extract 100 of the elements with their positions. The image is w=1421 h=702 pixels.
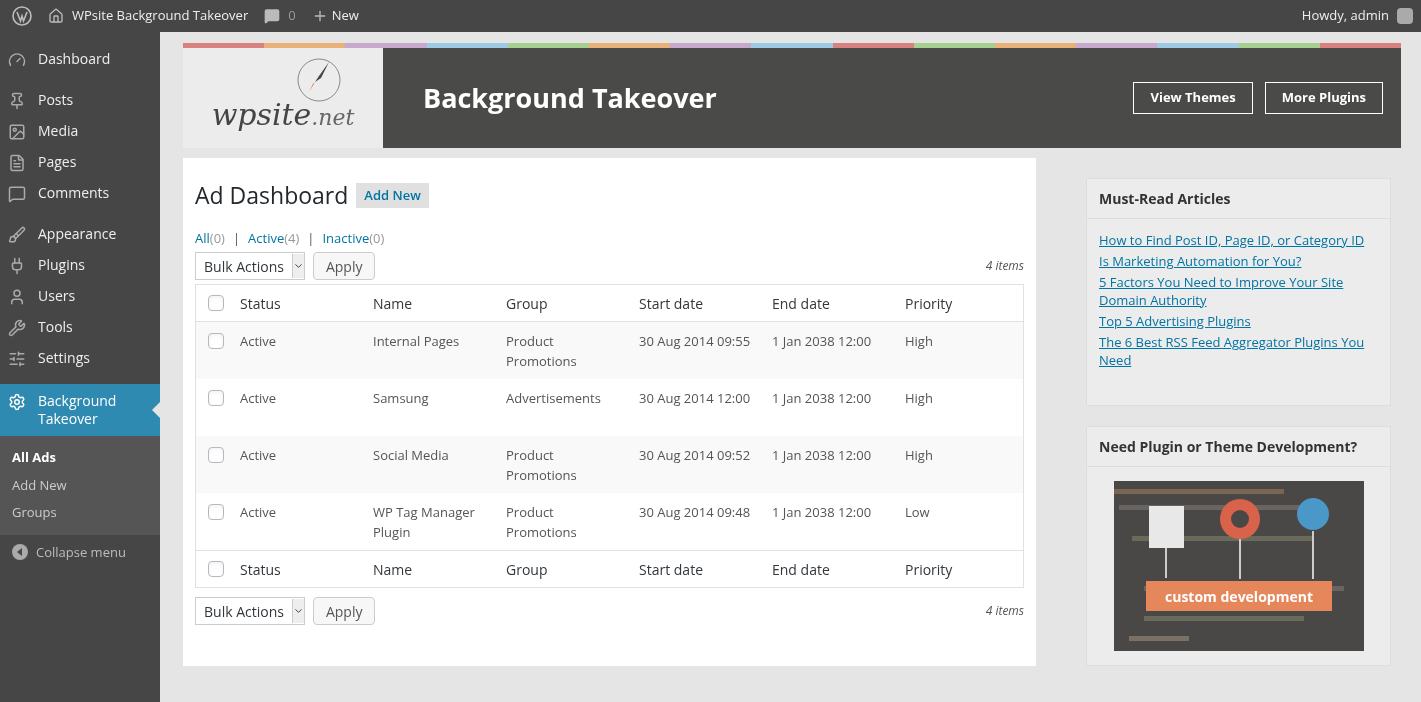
- article-link[interactable]: The 6 Best RSS Feed Aggregator Plugins You Need: [1099, 333, 1378, 369]
- column-header[interactable]: Name: [373, 558, 506, 580]
- add-new-button[interactable]: Add New: [356, 182, 429, 208]
- caret-icon: [291, 599, 304, 623]
- sidebar-item[interactable]: Appearance: [0, 219, 160, 250]
- article-link[interactable]: How to Find Post ID, Page ID, or Category ID: [1099, 231, 1378, 249]
- checkbox[interactable]: [208, 390, 224, 406]
- sliders-icon: [8, 350, 26, 368]
- table-cell-text: 30 Aug 2014 09:55: [639, 331, 752, 351]
- column-header[interactable]: End date: [772, 558, 905, 580]
- header-button[interactable]: More Plugins: [1264, 82, 1383, 114]
- sidebar-item[interactable]: Comments: [0, 178, 160, 209]
- header-button[interactable]: View Themes: [1133, 82, 1253, 114]
- table-cell-text: Active: [240, 502, 278, 522]
- checkbox[interactable]: [208, 561, 224, 577]
- sidebar-item[interactable]: Plugins: [0, 250, 160, 281]
- table-cell-text: 30 Aug 2014 09:52: [639, 445, 752, 465]
- apply-button[interactable]: Apply: [312, 597, 376, 625]
- checkbox[interactable]: [208, 295, 224, 311]
- table-cell-text: Low: [905, 502, 931, 522]
- wordpress-logo-icon[interactable]: [12, 6, 32, 26]
- table-cell-text: High: [905, 388, 934, 408]
- settings-icon: [8, 393, 26, 411]
- table-cell-text: Product Promotions: [506, 331, 578, 371]
- table-cell-text: 1 Jan 2038 12:00: [772, 502, 873, 522]
- gauge-icon: [8, 51, 26, 69]
- collapse-icon: [12, 544, 28, 561]
- logo-text: wpsite: [211, 96, 312, 132]
- sidebar-item[interactable]: Tools: [0, 312, 160, 343]
- table-cell-text: Product Promotions: [506, 445, 578, 485]
- checkbox[interactable]: [208, 504, 224, 520]
- table-cell-text: Internal Pages: [373, 331, 461, 351]
- brush-icon: [8, 226, 26, 244]
- table-cell-text: 1 Jan 2038 12:00: [772, 331, 873, 351]
- sidebar-item[interactable]: Posts: [0, 85, 160, 116]
- sidebar-item[interactable]: Pages: [0, 147, 160, 178]
- sidebar-item[interactable]: Dashboard: [0, 44, 160, 75]
- table-cell-text: Active: [240, 388, 278, 408]
- current-pointer-icon: [152, 402, 160, 418]
- apply-button[interactable]: Apply: [312, 252, 376, 280]
- home-icon: [48, 8, 64, 24]
- column-header[interactable]: Start date: [639, 558, 772, 580]
- sidebar-item[interactable]: Users: [0, 281, 160, 312]
- widget-title: Need Plugin or Theme Development?: [1087, 427, 1390, 467]
- filter-link[interactable]: Inactive(0): [322, 228, 385, 248]
- filter-link[interactable]: All(0): [195, 228, 225, 248]
- submenu-item[interactable]: All Ads: [0, 444, 160, 472]
- page-title: Ad Dashboard: [195, 178, 349, 213]
- caret-icon: [291, 254, 304, 278]
- separator: |: [232, 228, 241, 248]
- table-cell-text: 30 Aug 2014 09:48: [639, 502, 752, 522]
- submenu-item[interactable]: Add New: [0, 471, 160, 499]
- column-header[interactable]: Priority: [905, 292, 1005, 314]
- column-header[interactable]: Status: [240, 558, 373, 580]
- column-header[interactable]: End date: [772, 292, 905, 314]
- sidebar-item[interactable]: Background Takeover: [0, 384, 160, 436]
- column-header[interactable]: Priority: [905, 558, 1005, 580]
- checkbox[interactable]: [208, 333, 224, 349]
- column-header[interactable]: Group: [506, 558, 639, 580]
- article-link[interactable]: Is Marketing Automation for You?: [1099, 252, 1378, 270]
- sidebar-item[interactable]: Media: [0, 116, 160, 147]
- table-cell-text: Product Promotions: [506, 502, 578, 542]
- separator: |: [307, 228, 315, 248]
- article-link[interactable]: 5 Factors You Need to Improve Your Site Domain Authority: [1099, 273, 1378, 309]
- page-icon: [8, 154, 26, 172]
- table-cell-text: Active: [240, 331, 278, 351]
- table-cell-text: Active: [240, 445, 278, 465]
- column-header[interactable]: Name: [373, 292, 506, 314]
- bulk-actions-select[interactable]: Bulk Actions: [195, 597, 305, 625]
- user-icon: [8, 288, 26, 306]
- article-link[interactable]: Top 5 Advertising Plugins: [1099, 312, 1378, 330]
- bulk-actions-select[interactable]: Bulk Actions: [195, 252, 305, 280]
- submenu-item[interactable]: Groups: [0, 499, 160, 527]
- plugin-title: Background Takeover: [423, 77, 717, 118]
- table-cell-text: High: [905, 445, 934, 465]
- checkbox[interactable]: [208, 447, 224, 463]
- column-header[interactable]: Group: [506, 292, 639, 314]
- table-cell-text: Samsung: [373, 388, 430, 408]
- avatar-icon: [1397, 8, 1413, 24]
- widget-title: Must-Read Articles: [1087, 179, 1390, 219]
- pin-icon: [8, 92, 26, 110]
- items-count: 4 items: [985, 602, 1024, 620]
- new-link[interactable]: New: [311, 6, 359, 26]
- table-cell-text: Advertisements: [506, 388, 602, 408]
- logo-suffix: .net: [311, 104, 355, 130]
- comment-icon: [264, 8, 281, 24]
- table-cell-text: 1 Jan 2038 12:00: [772, 388, 873, 408]
- wrench-icon: [8, 319, 26, 337]
- column-header[interactable]: Status: [240, 292, 373, 314]
- sidebar-item[interactable]: Settings: [0, 343, 160, 374]
- column-header[interactable]: Start date: [639, 292, 772, 314]
- table-cell-text: 30 Aug 2014 12:00: [639, 388, 752, 408]
- account-link[interactable]: Howdy, admin: [1301, 6, 1413, 26]
- comment-icon: [8, 185, 26, 203]
- banner-label: custom development: [1146, 581, 1332, 611]
- collapse-menu-button[interactable]: Collapse menu: [0, 534, 160, 570]
- table-cell-text: Social Media: [373, 445, 450, 465]
- table-cell-text: WP Tag Manager Plugin: [373, 502, 476, 542]
- filter-link[interactable]: Active(4): [248, 228, 300, 248]
- site-link[interactable]: WPsite Background Takeover: [48, 6, 249, 26]
